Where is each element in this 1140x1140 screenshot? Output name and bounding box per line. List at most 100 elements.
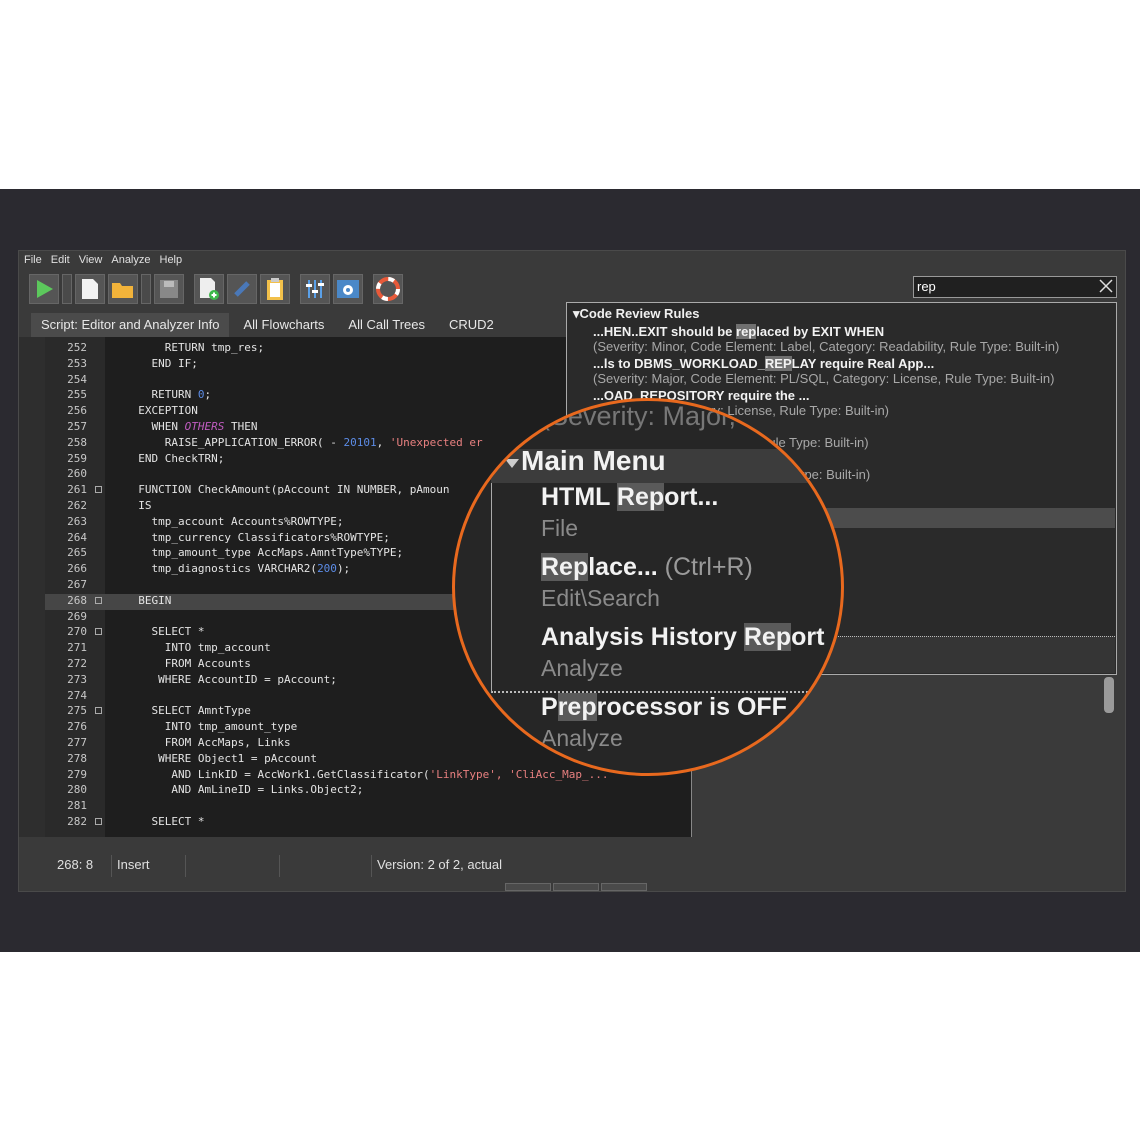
results-group-title: Code Review Rules [579, 306, 700, 321]
rule-result-item[interactable]: ...HEN..EXIT should be replaced by EXIT … [567, 324, 1116, 354]
code-text: AND AmLineID = Links.Object2; [125, 783, 364, 797]
tab-label: All Flowcharts [243, 317, 325, 332]
magnified-menu-item[interactable]: Preprocessor is OFF [541, 693, 787, 722]
line-number: 262 [67, 499, 87, 512]
tab-crud[interactable]: CRUD2 [439, 313, 504, 337]
panel-splitter[interactable] [505, 883, 647, 891]
gear-icon [337, 280, 359, 298]
splitter-down-button[interactable] [505, 883, 551, 891]
line-number: 255 [67, 388, 87, 402]
menu-file[interactable]: File [19, 251, 46, 266]
toolbar [29, 273, 403, 305]
code-line[interactable]: 280 AND AmLineID = Links.Object2; [45, 783, 691, 799]
magnified-menu-path: File [541, 515, 579, 541]
code-text: INTO tmp_amount_type [125, 720, 298, 734]
status-bar: 268: 8 Insert Version: 2 of 2, actual [45, 851, 1115, 881]
magnified-menu-item[interactable]: Analysis History Report [541, 623, 824, 652]
rule-meta: (Severity: Minor, Code Element: Label, C… [593, 339, 1060, 354]
line-number: 258 [67, 435, 87, 449]
results-group-header[interactable]: ▾Code Review Rules [567, 303, 1116, 322]
open-dropdown-button[interactable] [141, 274, 151, 304]
code-line[interactable]: 281 [45, 799, 691, 815]
code-text: END IF; [125, 356, 198, 370]
line-number: 267 [67, 578, 87, 591]
code-text: WHEN OTHERS THEN [125, 420, 258, 433]
expand-triangle-icon [505, 459, 519, 468]
scrollbar-thumb[interactable] [1104, 677, 1114, 713]
line-number: 275 [67, 704, 87, 718]
magnifier-lens: (Severity: Major, Co Main Menu HTML Repo… [452, 398, 844, 776]
menu-edit[interactable]: Edit [46, 251, 74, 266]
new-file-button[interactable] [75, 274, 105, 304]
splitter-handle[interactable] [553, 883, 599, 891]
open-button[interactable] [108, 274, 138, 304]
magnified-ghost-text: (Severity: Major, Co [541, 401, 779, 431]
help-button[interactable] [373, 274, 403, 304]
menu-help[interactable]: Help [155, 251, 187, 266]
play-icon [37, 280, 53, 298]
splitter-up-button[interactable] [601, 883, 647, 891]
clipboard-button[interactable] [260, 274, 290, 304]
code-text: SELECT AmntType [125, 704, 251, 718]
line-number: 260 [67, 467, 87, 481]
insert-mode: Insert [117, 857, 150, 872]
search-input[interactable]: rep [913, 276, 1117, 298]
save-icon [160, 280, 178, 298]
run-dropdown-button[interactable] [62, 274, 72, 304]
line-number: 256 [67, 404, 87, 418]
code-text: RAISE_APPLICATION_ERROR( - 20101, 'Unexp… [125, 435, 483, 449]
fold-toggle-icon[interactable] [95, 486, 102, 494]
line-number: 254 [67, 372, 87, 386]
settings-sliders-button[interactable] [300, 274, 330, 304]
results-scrollbar[interactable] [1103, 677, 1115, 827]
tab-label: Script: Editor and Analyzer Info [41, 317, 220, 332]
line-number: 252 [67, 341, 87, 354]
code-text: tmp_amount_type AccMaps.AmntType%TYPE; [125, 546, 404, 560]
line-number: 276 [67, 720, 87, 734]
code-text: END CheckTRN; [125, 451, 225, 465]
rule-result-item[interactable]: ...ls to DBMS_WORKLOAD_REPLAY require Re… [567, 356, 1116, 386]
code-text: EXCEPTION [125, 404, 198, 418]
magnified-menu-item[interactable]: Replace... (Ctrl+R) [541, 553, 753, 582]
line-number: 265 [67, 546, 87, 560]
menu-analyze[interactable]: Analyze [106, 251, 154, 266]
line-number: 266 [67, 562, 87, 576]
code-text: tmp_currency Classificators%ROWTYPE; [125, 530, 390, 544]
magnified-menu-path: Analyze [541, 655, 623, 681]
fold-toggle-icon[interactable] [95, 818, 102, 825]
line-number: 257 [67, 420, 87, 433]
menu-view[interactable]: View [74, 251, 107, 266]
fold-toggle-icon[interactable] [95, 596, 102, 604]
line-number: 269 [67, 609, 87, 623]
add-document-button[interactable] [194, 274, 224, 304]
magnified-menu-path: Edit\Search [541, 585, 660, 611]
magnified-menu-item[interactable]: HTML Report... [541, 483, 718, 512]
rule-title: ...ls to DBMS_WORKLOAD_REPLAY require Re… [593, 356, 935, 371]
link-icon [234, 281, 250, 297]
fold-toggle-icon[interactable] [95, 707, 102, 715]
line-number: 268 [67, 593, 87, 607]
link-button[interactable] [227, 274, 257, 304]
line-number: 280 [67, 783, 87, 797]
line-number: 278 [67, 751, 87, 765]
close-icon[interactable] [1099, 279, 1113, 293]
run-button[interactable] [29, 274, 59, 304]
fold-toggle-icon[interactable] [95, 628, 102, 636]
side-panel-toggle[interactable] [19, 337, 45, 837]
line-number: 281 [67, 799, 87, 813]
clipboard-icon [267, 278, 283, 300]
main-menu-header[interactable]: Main Menu [521, 445, 666, 477]
code-text: RETURN tmp_res; [125, 341, 265, 354]
code-text: SELECT * [125, 625, 205, 639]
tab-call-trees[interactable]: All Call Trees [338, 313, 435, 337]
line-number: 261 [67, 483, 87, 497]
tab-editor[interactable]: Script: Editor and Analyzer Info [31, 313, 230, 337]
line-number: 273 [67, 672, 87, 686]
save-button[interactable] [154, 274, 184, 304]
code-line[interactable]: 282 SELECT * [45, 815, 691, 831]
code-text: WHERE AccountID = pAccount; [125, 672, 337, 686]
tab-flowcharts[interactable]: All Flowcharts [233, 313, 334, 337]
line-number: 253 [67, 356, 87, 370]
magnified-menu-path: Analyze [541, 725, 623, 751]
options-button[interactable] [333, 274, 363, 304]
